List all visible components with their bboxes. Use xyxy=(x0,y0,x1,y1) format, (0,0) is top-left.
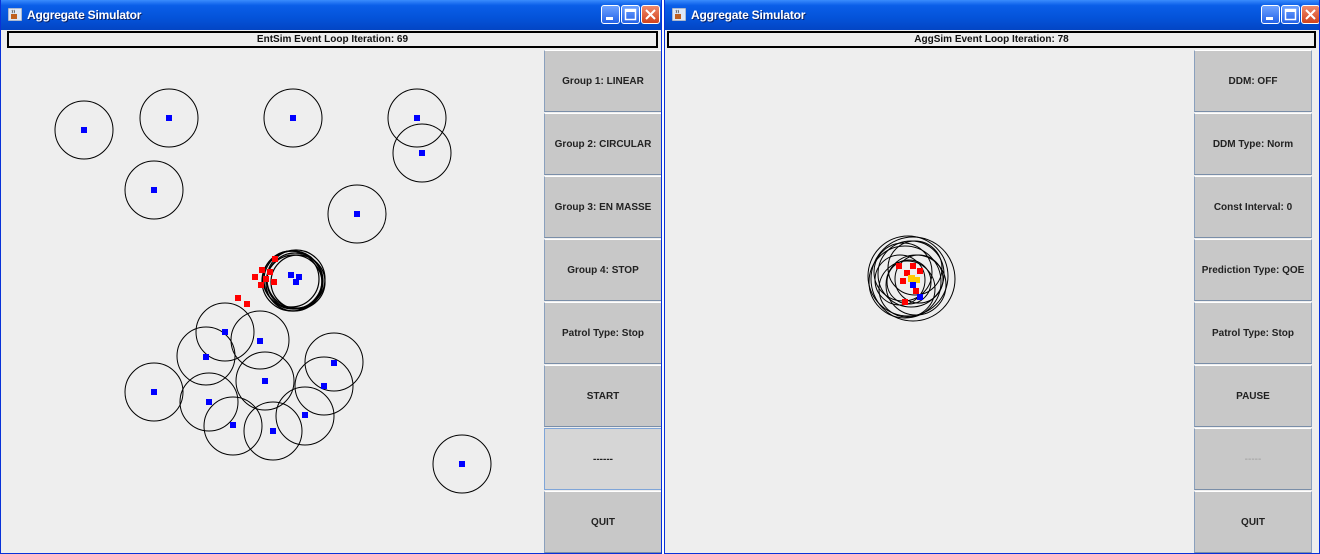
minimize-button[interactable] xyxy=(1261,5,1280,24)
blue-entity xyxy=(331,360,337,366)
status-bar: EntSim Event Loop Iteration: 69 xyxy=(7,31,658,48)
window-title: Aggregate Simulator xyxy=(27,8,142,22)
start-button[interactable]: START xyxy=(544,365,661,427)
simulation-canvas[interactable] xyxy=(667,50,1192,552)
red-entity xyxy=(235,295,241,301)
title-bar[interactable]: Aggregate Simulator xyxy=(665,0,1319,30)
entsim-window: Aggregate Simulator EntSim Event Loop It… xyxy=(0,0,662,554)
blue-entity xyxy=(288,272,294,278)
blue-entity xyxy=(230,422,236,428)
placeholder-button[interactable]: ----- xyxy=(1194,428,1312,490)
red-entity xyxy=(258,282,264,288)
close-button[interactable] xyxy=(641,5,660,24)
quit-button[interactable]: QUIT xyxy=(1194,491,1312,553)
red-entity xyxy=(244,301,250,307)
maximize-icon xyxy=(624,8,637,21)
blue-entity xyxy=(203,354,209,360)
blue-entity xyxy=(290,115,296,121)
red-entity xyxy=(900,278,906,284)
blue-entity xyxy=(419,150,425,156)
minimize-icon xyxy=(1266,17,1273,20)
yellow-entity xyxy=(908,275,915,282)
maximize-button[interactable] xyxy=(1281,5,1300,24)
blue-entity xyxy=(459,461,465,467)
blue-entity xyxy=(262,378,268,384)
close-icon xyxy=(645,9,656,20)
java-cup-icon xyxy=(672,8,686,21)
blue-entity xyxy=(151,389,157,395)
minimize-button[interactable] xyxy=(601,5,620,24)
blue-entity xyxy=(321,383,327,389)
red-entity xyxy=(902,299,908,305)
red-entity xyxy=(271,279,277,285)
red-entity xyxy=(272,256,278,262)
prediction-type-button[interactable]: Prediction Type: QOE xyxy=(1194,239,1312,301)
red-entity xyxy=(263,276,269,282)
placeholder-button[interactable]: ------ xyxy=(544,428,661,490)
close-icon xyxy=(1305,9,1316,20)
window-title: Aggregate Simulator xyxy=(691,8,806,22)
blue-entity xyxy=(302,412,308,418)
control-panel: DDM: OFF DDM Type: Norm Const Interval: … xyxy=(1194,50,1312,553)
blue-entity xyxy=(414,115,420,121)
ddm-type-button[interactable]: DDM Type: Norm xyxy=(1194,113,1312,175)
blue-entity xyxy=(910,282,916,288)
blue-entity xyxy=(166,115,172,121)
java-cup-icon xyxy=(8,8,22,21)
title-bar[interactable]: Aggregate Simulator xyxy=(1,0,661,30)
blue-entity xyxy=(206,399,212,405)
pause-button[interactable]: PAUSE xyxy=(1194,365,1312,427)
blue-entity xyxy=(917,294,923,300)
blue-entity xyxy=(222,329,228,335)
red-entity xyxy=(917,268,923,274)
group-1-button[interactable]: Group 1: LINEAR xyxy=(544,50,661,112)
blue-entity xyxy=(151,187,157,193)
minimize-icon xyxy=(606,17,613,20)
red-entity xyxy=(896,263,902,269)
ddm-toggle-button[interactable]: DDM: OFF xyxy=(1194,50,1312,112)
blue-entity xyxy=(270,428,276,434)
group-2-button[interactable]: Group 2: CIRCULAR xyxy=(544,113,661,175)
close-button[interactable] xyxy=(1301,5,1319,24)
red-entity xyxy=(267,269,273,275)
blue-entity xyxy=(296,274,302,280)
control-panel: Group 1: LINEAR Group 2: CIRCULAR Group … xyxy=(544,50,661,553)
group-4-button[interactable]: Group 4: STOP xyxy=(544,239,661,301)
simulation-canvas[interactable] xyxy=(8,50,543,552)
const-interval-button[interactable]: Const Interval: 0 xyxy=(1194,176,1312,238)
quit-button[interactable]: QUIT xyxy=(544,491,661,553)
red-entity xyxy=(259,267,265,273)
status-bar: AggSim Event Loop Iteration: 78 xyxy=(667,31,1316,48)
blue-entity xyxy=(81,127,87,133)
patrol-type-button[interactable]: Patrol Type: Stop xyxy=(544,302,661,364)
blue-entity xyxy=(257,338,263,344)
red-entity xyxy=(910,263,916,269)
blue-entity xyxy=(354,211,360,217)
maximize-icon xyxy=(1284,8,1297,21)
group-3-button[interactable]: Group 3: EN MASSE xyxy=(544,176,661,238)
patrol-type-button[interactable]: Patrol Type: Stop xyxy=(1194,302,1312,364)
red-entity xyxy=(252,274,258,280)
maximize-button[interactable] xyxy=(621,5,640,24)
red-entity xyxy=(913,288,919,294)
aggsim-window: Aggregate Simulator AggSim Event Loop It… xyxy=(664,0,1320,554)
